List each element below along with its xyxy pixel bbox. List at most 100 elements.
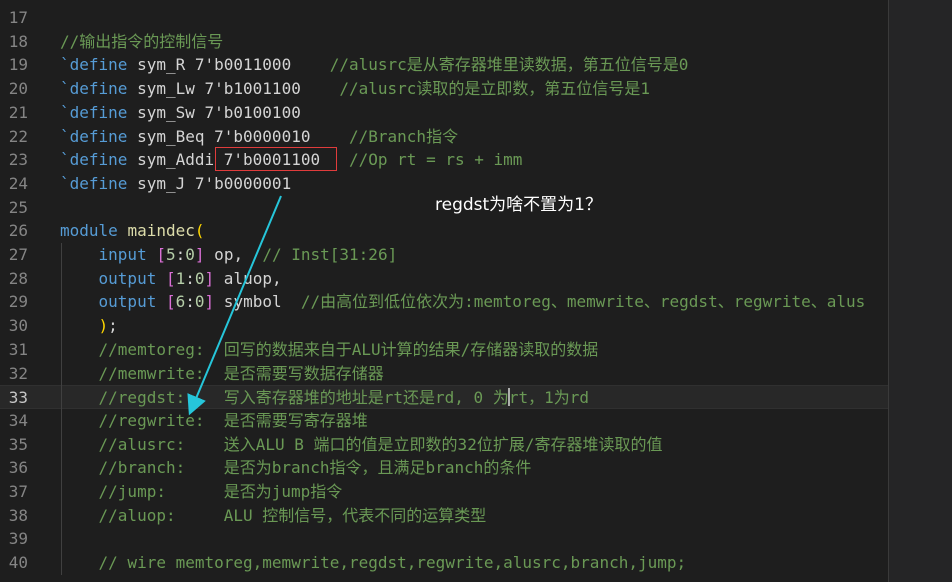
code-line[interactable]: 32 //memwrite: 是否需要写数据存储器 [0, 362, 888, 386]
code-token: //branch: 是否为branch指令，且满足branch的条件 [98, 458, 532, 478]
code-token: `define [60, 126, 128, 146]
code-token: [ [156, 245, 166, 264]
code-token: 6 [175, 292, 186, 312]
highlight-box [215, 147, 337, 171]
code-line[interactable]: 29 output [6:0] symbol //由高位到低位依次为:memto… [0, 290, 888, 314]
code-token: //memwrite: 是否需要写数据存储器 [98, 363, 384, 383]
code-token: `define [60, 173, 128, 193]
line-code: ); [60, 317, 118, 335]
code-token: //输出指令的控制信号 [60, 31, 224, 51]
code-token: 5 [165, 245, 176, 264]
line-code: output [6:0] symbol //由高位到低位依次为:memtoreg… [60, 292, 866, 312]
code-token: output [98, 268, 157, 288]
line-number: 28 [8, 268, 28, 288]
code-token: // wire memtoreg,memwrite,regdst,regwrit… [98, 553, 687, 573]
code-line[interactable]: 36 //branch: 是否为branch指令，且满足branch的条件 [0, 456, 888, 480]
line-code: //memwrite: 是否需要写数据存储器 [60, 363, 384, 383]
code-token: aluop, [214, 268, 282, 288]
code-token: sym_Sw 7'b0100100 [127, 102, 301, 122]
code-line[interactable]: 39 [0, 527, 888, 551]
code-token: //alusrc: 送入ALU B 端口的值是立即数的32位扩展/寄存器堆读取的… [98, 434, 663, 454]
code-token: sym_J 7'b0000001 [127, 173, 292, 193]
code-line[interactable]: 21 `define sym_Sw 7'b0100100 [0, 101, 888, 125]
line-code: //alusrc: 送入ALU B 端口的值是立即数的32位扩展/寄存器堆读取的… [60, 434, 663, 454]
line-number: 38 [8, 505, 28, 525]
code-line[interactable]: 27 input [5:0] op, // Inst[31:26] [0, 243, 888, 267]
line-code: `define sym_R 7'b0011000 //alusrc是从寄存器堆里… [60, 56, 688, 74]
code-token: : [185, 268, 195, 288]
line-code: //aluop: ALU 控制信号，代表不同的运算类型 [60, 506, 487, 525]
code-token: ] [194, 245, 205, 264]
code-token: //由高位到低位依次为:memtoreg、memwrite、regdst、reg… [300, 292, 866, 312]
code-line[interactable]: 30 ); [0, 314, 888, 338]
line-number: 37 [8, 482, 28, 501]
line-number: 29 [8, 292, 28, 312]
code-line[interactable]: 35 //alusrc: 送入ALU B 端口的值是立即数的32位扩展/寄存器堆… [0, 433, 888, 457]
line-code: //memtoreg: 回写的数据来自于ALU计算的结果/存储器读取的数据 [60, 339, 599, 359]
line-number: 20 [8, 79, 28, 99]
line-number: 18 [8, 31, 28, 51]
line-code: //regwrite: 是否需要写寄存器堆 [60, 411, 368, 430]
line-code: // wire memtoreg,memwrite,regdst,regwrit… [60, 553, 687, 573]
code-line[interactable]: 22 `define sym_Beq 7'b0000010 //Branch指令 [0, 125, 888, 149]
code-line[interactable]: 31 //memtoreg: 回写的数据来自于ALU计算的结果/存储器读取的数据 [0, 338, 888, 362]
text-cursor [508, 388, 510, 407]
line-number: 31 [8, 339, 28, 359]
line-code: `define sym_Sw 7'b0100100 [60, 102, 301, 122]
code-line[interactable]: 33 //regdst: 写入寄存器堆的地址是rt还是rd, 0 为rt，1为r… [0, 385, 888, 409]
code-token: `define [60, 102, 128, 122]
code-token: 0 [194, 268, 205, 288]
code-line[interactable]: 37 //jump: 是否为jump指令 [0, 480, 888, 504]
code-line[interactable]: 28 output [1:0] aluop, [0, 267, 888, 291]
line-number: 19 [8, 55, 28, 75]
line-number: 22 [8, 126, 28, 146]
code-line[interactable]: 34 //regwrite: 是否需要写寄存器堆 [0, 409, 888, 433]
indent-guide [61, 243, 62, 575]
code-token: 0 [185, 245, 195, 264]
code-token: `define [60, 79, 128, 99]
line-code: `define sym_Beq 7'b0000010 //Branch指令 [60, 126, 459, 146]
code-line[interactable]: 38 //aluop: ALU 控制信号，代表不同的运算类型 [0, 504, 888, 528]
code-line[interactable]: 19 `define sym_R 7'b0011000 //alusrc是从寄存器… [0, 53, 888, 77]
code-token: input [98, 245, 147, 264]
code-line[interactable]: 23 `define sym_Addi 7'b0001100 //Op rt = … [0, 148, 888, 172]
code-token: //Op rt = rs + imm [349, 150, 523, 170]
code-line[interactable]: 17 [0, 6, 888, 30]
code-line[interactable]: 40 // wire memtoreg,memwrite,regdst,regw… [0, 551, 888, 575]
code-token: ] [204, 292, 215, 312]
code-token: `define [60, 55, 128, 75]
code-line[interactable]: 18 //输出指令的控制信号 [0, 30, 888, 54]
line-number: 23 [8, 150, 28, 170]
code-token: sym_Beq 7'b0000010 [127, 126, 349, 146]
code-line[interactable]: 20 `define sym_Lw 7'b1001100 //alusrc读取的是… [0, 77, 888, 101]
code-token: // Inst[31:26] [262, 245, 398, 264]
line-number: 24 [8, 173, 28, 193]
code-token: sym_Lw 7'b1001100 [127, 79, 340, 99]
code-token: //alusrc读取的是立即数，第五位信号是1 [339, 79, 651, 99]
line-number: 34 [8, 410, 28, 430]
code-token: ) [98, 316, 109, 336]
code-token: //alusrc是从寄存器堆里读数据，第五位信号是0 [329, 55, 689, 75]
code-token: : [175, 245, 186, 264]
annotation-text: regdst为啥不置为1？ [435, 195, 602, 215]
vertical-scrollbar[interactable] [888, 0, 952, 582]
code-token: symbol [214, 292, 301, 312]
code-token: [ [165, 268, 176, 288]
code-token: maindec [127, 221, 195, 241]
line-code: //branch: 是否为branch指令，且满足branch的条件 [60, 458, 532, 478]
code-token: //memtoreg: 回写的数据来自于ALU计算的结果/存储器读取的数据 [98, 339, 599, 359]
code-token: //Branch指令 [349, 126, 459, 146]
code-line[interactable]: 26 module maindec( [0, 219, 888, 243]
line-number: 39 [8, 529, 28, 549]
code-token: ] [204, 268, 215, 288]
code-editor[interactable]: 17 18 //输出指令的控制信号 19 `define sym_R 7'b001100… [0, 0, 888, 582]
